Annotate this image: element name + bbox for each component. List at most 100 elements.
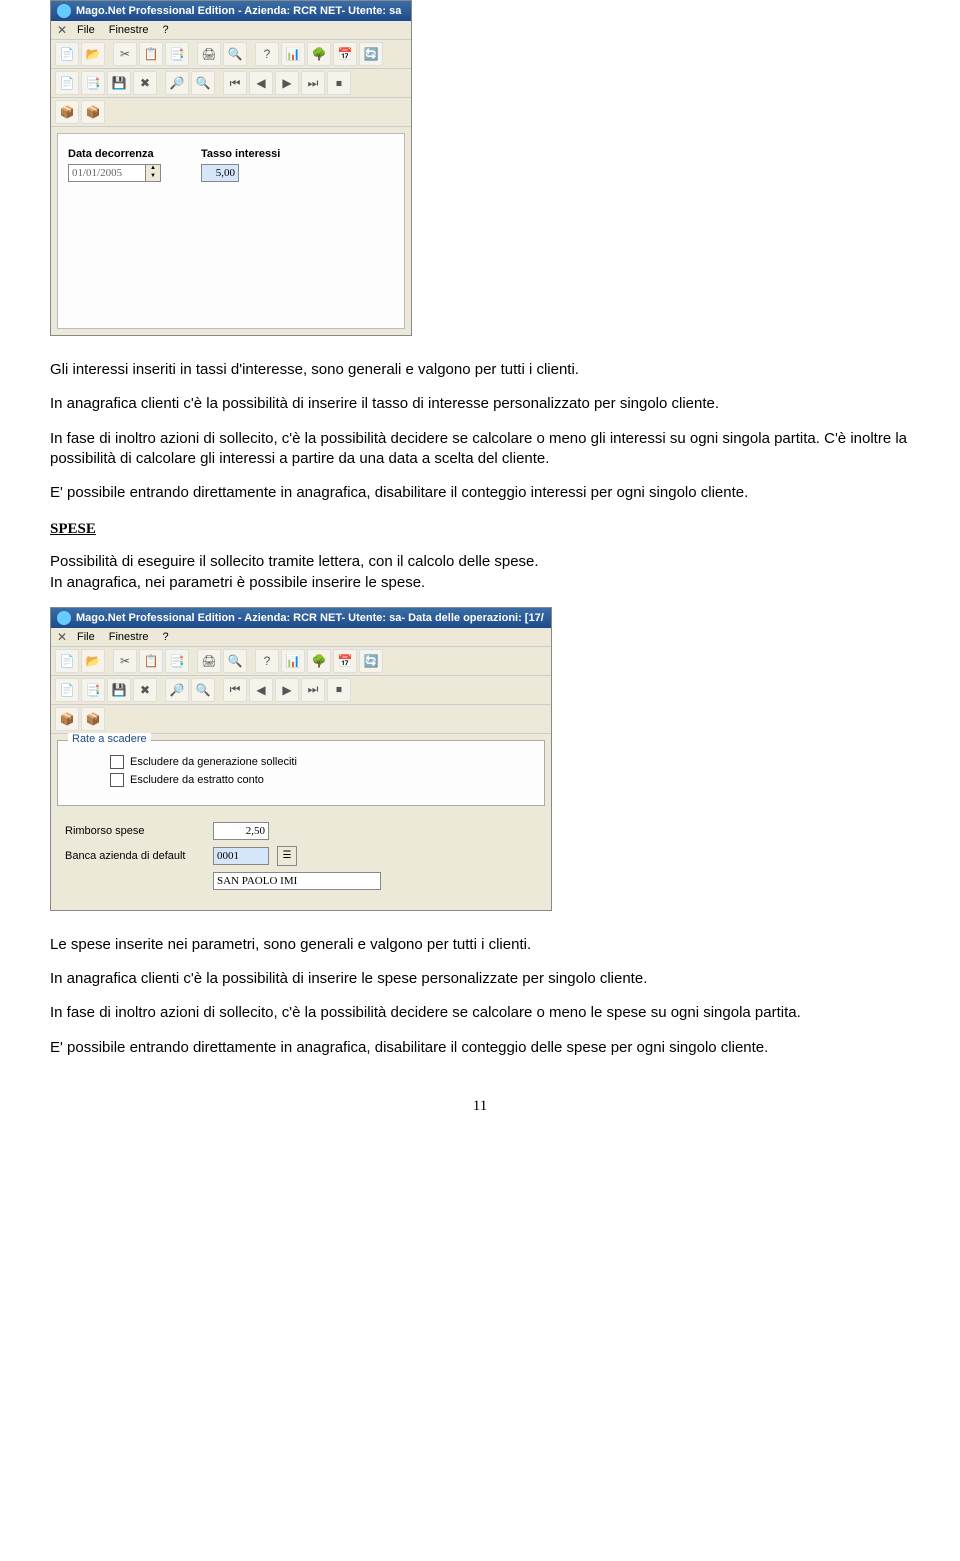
print-icon[interactable]: 🖨	[197, 649, 221, 673]
para-7: Le spese inserite nei parametri, sono ge…	[50, 935, 910, 955]
menubar-1: ✕ File Finestre ?	[51, 21, 411, 40]
para-6: In anagrafica, nei parametri è possibile…	[50, 573, 910, 593]
report-icon[interactable]: 📊	[281, 42, 305, 66]
preview-icon[interactable]: 🔍	[223, 649, 247, 673]
menu-close-icon[interactable]: ✕	[55, 23, 69, 37]
dup-icon[interactable]: 📑	[81, 678, 105, 702]
new-icon[interactable]: 📄	[55, 42, 79, 66]
para-10: E' possibile entrando direttamente in an…	[50, 1038, 910, 1058]
menu-finestre[interactable]: Finestre	[103, 630, 155, 644]
banca-label: Banca azienda di default	[65, 850, 205, 862]
app-icon	[57, 4, 71, 18]
form-panel-1: Data decorrenza ▲▼ Tasso interessi	[57, 133, 405, 329]
copy-icon[interactable]: 📋	[139, 42, 163, 66]
first-icon[interactable]: ⏮	[223, 678, 247, 702]
help-icon[interactable]: ?	[255, 42, 279, 66]
date-spinner[interactable]: ▲▼	[146, 164, 161, 182]
app-window-2: Mago.Net Professional Edition - Azienda:…	[50, 607, 552, 911]
paste-icon[interactable]: 📑	[165, 649, 189, 673]
save-icon[interactable]: 💾	[107, 678, 131, 702]
print-icon[interactable]: 🖨	[197, 42, 221, 66]
tree-icon[interactable]: 🌳	[307, 649, 331, 673]
para-2: In anagrafica clienti c'è la possibilità…	[50, 394, 910, 414]
fieldset-legend: Rate a scadere	[68, 733, 151, 745]
menu-file[interactable]: File	[71, 630, 101, 644]
page-number: 11	[50, 1098, 910, 1115]
date-label: Data decorrenza	[68, 148, 161, 160]
zoom-icon[interactable]: 🔎	[165, 71, 189, 95]
find-icon[interactable]: 🔍	[191, 678, 215, 702]
next-icon[interactable]: ▶	[275, 678, 299, 702]
toolbar-1-row2: 📄 📑 💾 ✖ 🔎 🔍 ⏮ ◀ ▶ ⏭ ⏹	[51, 69, 411, 98]
banca-code-input[interactable]	[213, 847, 269, 865]
para-5: Possibilità di eseguire il sollecito tra…	[50, 552, 910, 572]
checkbox-exclude-solleciti[interactable]	[110, 755, 124, 769]
rate-label: Tasso interessi	[201, 148, 280, 160]
misc1-icon[interactable]: 📦	[55, 707, 79, 731]
save-icon[interactable]: 💾	[107, 71, 131, 95]
preview-icon[interactable]: 🔍	[223, 42, 247, 66]
menu-finestre[interactable]: Finestre	[103, 23, 155, 37]
open-icon[interactable]: 📂	[81, 649, 105, 673]
calendar-icon[interactable]: 📅	[333, 649, 357, 673]
delete-icon[interactable]: ✖	[133, 71, 157, 95]
zoom-icon[interactable]: 🔎	[165, 678, 189, 702]
para-1: Gli interessi inseriti in tassi d'intere…	[50, 360, 910, 380]
rate-input[interactable]	[201, 164, 239, 182]
calendar-icon[interactable]: 📅	[333, 42, 357, 66]
last-icon[interactable]: ⏭	[301, 678, 325, 702]
rimborso-label: Rimborso spese	[65, 825, 205, 837]
copy-icon[interactable]: 📋	[139, 649, 163, 673]
cut-icon[interactable]: ✂	[113, 42, 137, 66]
checkbox-exclude-estratto[interactable]	[110, 773, 124, 787]
refresh-icon[interactable]: 🔄	[359, 649, 383, 673]
para-9: In fase di inoltro azioni di sollecito, …	[50, 1003, 910, 1023]
window-title-1: Mago.Net Professional Edition - Azienda:…	[76, 5, 401, 17]
banca-name-input[interactable]	[213, 872, 381, 890]
para-8: In anagrafica clienti c'è la possibilità…	[50, 969, 910, 989]
date-input[interactable]	[68, 164, 146, 182]
titlebar-2[interactable]: Mago.Net Professional Edition - Azienda:…	[51, 608, 551, 628]
app-window-1: Mago.Net Professional Edition - Azienda:…	[50, 0, 412, 336]
refresh-icon[interactable]: 🔄	[359, 42, 383, 66]
open-icon[interactable]: 📂	[81, 42, 105, 66]
delete-icon[interactable]: ✖	[133, 678, 157, 702]
toolbar-2-row2: 📄 📑 💾 ✖ 🔎 🔍 ⏮ ◀ ▶ ⏭ ⏹	[51, 676, 551, 705]
prev-icon[interactable]: ◀	[249, 678, 273, 702]
misc2-icon[interactable]: 📦	[81, 707, 105, 731]
toolbar-1-row3: 📦 📦	[51, 98, 411, 127]
report-icon[interactable]: 📊	[281, 649, 305, 673]
dup-icon[interactable]: 📑	[81, 71, 105, 95]
para-3: In fase di inoltro azioni di sollecito, …	[50, 429, 910, 470]
rimborso-input[interactable]	[213, 822, 269, 840]
titlebar-1[interactable]: Mago.Net Professional Edition - Azienda:…	[51, 1, 411, 21]
cut-icon[interactable]: ✂	[113, 649, 137, 673]
first-icon[interactable]: ⏮	[223, 71, 247, 95]
menu-file[interactable]: File	[71, 23, 101, 37]
misc2-icon[interactable]: 📦	[81, 100, 105, 124]
doc-icon[interactable]: 📄	[55, 678, 79, 702]
lookup-icon[interactable]: ☰	[277, 846, 297, 866]
last-icon[interactable]: ⏭	[301, 71, 325, 95]
doc-icon[interactable]: 📄	[55, 71, 79, 95]
app-icon	[57, 611, 71, 625]
menu-close-icon[interactable]: ✕	[55, 630, 69, 644]
menu-help[interactable]: ?	[156, 23, 174, 37]
find-icon[interactable]: 🔍	[191, 71, 215, 95]
toolbar-2-row1: 📄 📂 ✂ 📋 📑 🖨 🔍 ? 📊 🌳 📅 🔄	[51, 647, 551, 676]
rate-fieldset: Rate a scadere Escludere da generazione …	[57, 740, 545, 806]
checkbox-label-2: Escludere da estratto conto	[130, 774, 264, 786]
misc1-icon[interactable]: 📦	[55, 100, 79, 124]
tree-icon[interactable]: 🌳	[307, 42, 331, 66]
menubar-2: ✕ File Finestre ?	[51, 628, 551, 647]
section-spese-title: SPESE	[50, 521, 910, 538]
window-title-2: Mago.Net Professional Edition - Azienda:…	[76, 612, 544, 624]
menu-help[interactable]: ?	[156, 630, 174, 644]
prev-icon[interactable]: ◀	[249, 71, 273, 95]
help-icon[interactable]: ?	[255, 649, 279, 673]
stop-icon[interactable]: ⏹	[327, 71, 351, 95]
stop-icon[interactable]: ⏹	[327, 678, 351, 702]
paste-icon[interactable]: 📑	[165, 42, 189, 66]
next-icon[interactable]: ▶	[275, 71, 299, 95]
new-icon[interactable]: 📄	[55, 649, 79, 673]
